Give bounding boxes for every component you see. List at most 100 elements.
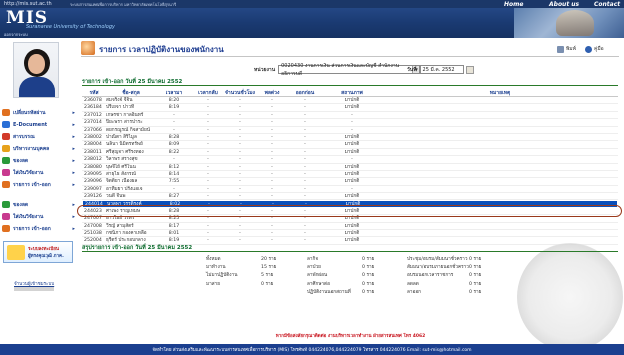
table-row[interactable]: 247008 วีรญ์ สามุสัตร์ 8:17 - - - - มาปกติ <box>82 223 618 231</box>
summary-label: สัมมนา/อบรมภายนอกชั่วคราว <box>407 265 469 271</box>
cell-in: - <box>173 112 175 118</box>
table-row[interactable]: 251038 กชนิภา กองคาเหลือ 8:01 - - - - มาปกติ <box>82 230 618 238</box>
col-status[interactable]: สถานภาพ <box>322 90 382 96</box>
col-name[interactable]: ชื่อ-สกุล <box>104 90 156 96</box>
cell-code: 239096 <box>84 179 102 185</box>
contact-note: หากมีข้อสงสัยกรุณาติดต่อ งานบริหารเวลาทำ… <box>275 334 426 339</box>
help-icon <box>585 45 592 53</box>
nav-home[interactable]: Home <box>504 1 523 8</box>
col-note[interactable]: หมายเหตุ <box>382 90 618 96</box>
table-row[interactable]: 238012 วิลาพร สรางสุข - - - - - - <box>82 156 618 164</box>
cell-early: - <box>304 231 306 237</box>
help-button[interactable]: คู่มือ <box>585 45 604 53</box>
cell-late: - <box>271 186 273 192</box>
table-row[interactable]: 239126 วนดี จีนพ 8:27 - - - - มาปกติ <box>82 193 618 201</box>
cell-late: - <box>271 98 273 103</box>
table-row[interactable]: 237066 ดยกรณูรณ์ กิจสามัยน์ - - - - - - <box>82 127 618 134</box>
cell-late: - <box>271 223 273 229</box>
cell-note <box>382 186 618 192</box>
sidebar-item-2[interactable]: สารบรรณ ▸ <box>2 132 75 141</box>
cell-note <box>382 230 618 236</box>
site-logo-subtitle: Suranaree University of Technology <box>26 24 115 30</box>
col-late[interactable]: พลด่วง <box>256 90 288 96</box>
col-time-in[interactable]: เวลามา <box>156 90 192 96</box>
sidebar-item-0[interactable]: เปลี่ยนรหัสผ่าน ▸ <box>2 108 75 117</box>
table-row[interactable]: 238011 ศรีสุญจา ศรีรงทอง 8:22 - - - - มาปกติ <box>82 149 618 157</box>
print-button[interactable]: พิมพ์ <box>557 45 576 53</box>
cell-in: - <box>173 186 175 192</box>
col-code[interactable]: รหัส <box>82 90 104 96</box>
chevron-right-icon: ▸ <box>72 225 75 232</box>
sidebar-item-6[interactable]: รายการ เข้า-ออก ▸ <box>2 180 75 189</box>
summary-value: 0 ราย <box>362 265 375 271</box>
cell-status: มาปกติ <box>344 164 360 170</box>
cell-status: มาปกติ <box>344 238 360 244</box>
date-input[interactable]: 25 มี.ค. 2552 <box>419 65 464 74</box>
table-row[interactable]: 238002 ปาณิตา สิริไมูล 8:28 - - - - มาปกติ <box>82 134 618 142</box>
nav-contact[interactable]: Contact <box>594 1 620 8</box>
cell-hours: - <box>239 238 241 244</box>
summary-label: ทั้งหมด <box>206 257 221 262</box>
cell-status: - <box>351 127 353 133</box>
cell-name: นลินา นิมิตรทรัพย์ <box>106 142 143 148</box>
cell-late: - <box>271 127 273 133</box>
sidebar-item-7[interactable]: ของลด ▸ <box>2 200 75 209</box>
site-url[interactable]: http://mis.sut.ac.th <box>4 1 52 7</box>
cell-late: - <box>271 231 273 237</box>
cell-note <box>382 149 618 155</box>
sidebar-item-label: ของลด <box>13 201 29 208</box>
summary-label: มาสาย <box>206 281 220 287</box>
selected-row-highlight <box>77 205 622 217</box>
cell-status: - <box>351 186 353 192</box>
cell-note <box>382 156 618 162</box>
cell-code: 237014 <box>84 120 102 126</box>
table-row[interactable]: 236184 ปรีเยจา ปาวที 8:19 - - - - มาปกติ <box>82 104 618 112</box>
cell-hours: - <box>239 105 241 111</box>
table-row[interactable]: 236078 สมจริงจ์ จีจิน 8:20 - - - - มาปกติ <box>82 97 618 105</box>
sidebar-item-8[interactable]: ใส่เงินวิจัยงาน ▸ <box>2 212 75 221</box>
unit-select-value: 0020430 งานการเงิน ส่วนการเงินและบัญชี ส… <box>281 62 400 77</box>
cell-hours: - <box>239 186 241 192</box>
cell-code: 247008 <box>84 223 102 229</box>
cell-status: - <box>351 157 353 163</box>
site-tagline: ระบบสารสนเทศเพื่อการบริหาร มหาวิทยาลัยเท… <box>70 2 177 7</box>
table-row[interactable]: 239096 จิตติยา เนื่องผล 7:55 - - - - มาปกติ <box>82 178 618 186</box>
sidebar-item-3[interactable]: บริหารงานบุคคล ▸ <box>2 144 75 153</box>
table-row[interactable]: 239095 สาธุไธ สังกรณ์ 8:14 - - - - มาปกติ <box>82 171 618 179</box>
sidebar-item-4[interactable]: ของลด ▸ <box>2 156 75 165</box>
table-row[interactable]: 237014 ปิยะพรา สารปาระ - - - - - - <box>82 119 618 127</box>
title-divider <box>81 56 619 57</box>
registration-banner[interactable]: ระบบลงทะเบียน ผู้ทรงคุณวุฒิ ภาค. <box>3 241 73 263</box>
sidebar-item-icon <box>2 201 10 208</box>
sidebar-item-5[interactable]: ใส่เงินวิจัยงาน ▸ <box>2 168 75 177</box>
cell-name: วิลาพร สรางสุข <box>106 157 138 163</box>
cell-in: 8:01 <box>168 231 180 237</box>
cell-note <box>382 119 618 125</box>
visitor-stats-link[interactable]: จำนวนผู้เข้าชมระบบ <box>14 280 54 287</box>
sidebar-item-icon <box>2 145 10 152</box>
cell-in: 7:55 <box>168 179 180 185</box>
summary-label: ไม่มาปฏิบัติงาน <box>206 273 238 279</box>
nav-about[interactable]: About us <box>549 1 579 8</box>
sidebar-item-1[interactable]: E-Document ▸ <box>2 120 75 129</box>
col-hours[interactable]: จำนวนชั่วโมง <box>224 90 256 96</box>
table-row[interactable]: 238080 บุษจีไย์ ศรีโนน 8:12 - - - - มาปกติ <box>82 164 618 171</box>
table-row[interactable]: 238004 นลินา นิมิตรทรัพย์ 8:09 - - - - มาปกติ <box>82 141 618 149</box>
col-early[interactable]: ออกก่อน <box>288 90 322 96</box>
sidebar-item-9[interactable]: รายการ เข้า-ออก ▸ <box>2 224 75 233</box>
cell-code: 238080 <box>84 164 102 170</box>
unit-label: หน่วยงาน <box>254 66 276 73</box>
unit-filter: หน่วยงาน 0020430 งานการเงิน ส่วนการเงินแ… <box>254 63 421 77</box>
table-row[interactable]: 239097 อาทีมยา ปรังแอเจ - - - - - - <box>82 186 618 194</box>
site-header: http://mis.sut.ac.th ระบบสารสนเทศเพื่อกา… <box>0 0 624 38</box>
banner-line2: ผู้ทรงคุณวุฒิ ภาค. <box>28 254 64 259</box>
calendar-icon[interactable] <box>465 65 474 74</box>
col-time-out[interactable]: เวลากลับ <box>192 90 224 96</box>
logout-link[interactable]: ออกจากระบบ <box>4 31 28 38</box>
cell-name: สมจริงจ์ จีจิน <box>106 98 133 103</box>
table-row[interactable]: 237012 เกษรชา กาลอินทร์ - - - - - - <box>82 112 618 120</box>
cell-in: 8:20 <box>168 98 180 103</box>
sidebar-item-icon <box>2 213 10 220</box>
unit-select[interactable]: 0020430 งานการเงิน ส่วนการเงินและบัญชี ส… <box>278 63 421 77</box>
cell-status: มาปกติ <box>344 134 360 140</box>
